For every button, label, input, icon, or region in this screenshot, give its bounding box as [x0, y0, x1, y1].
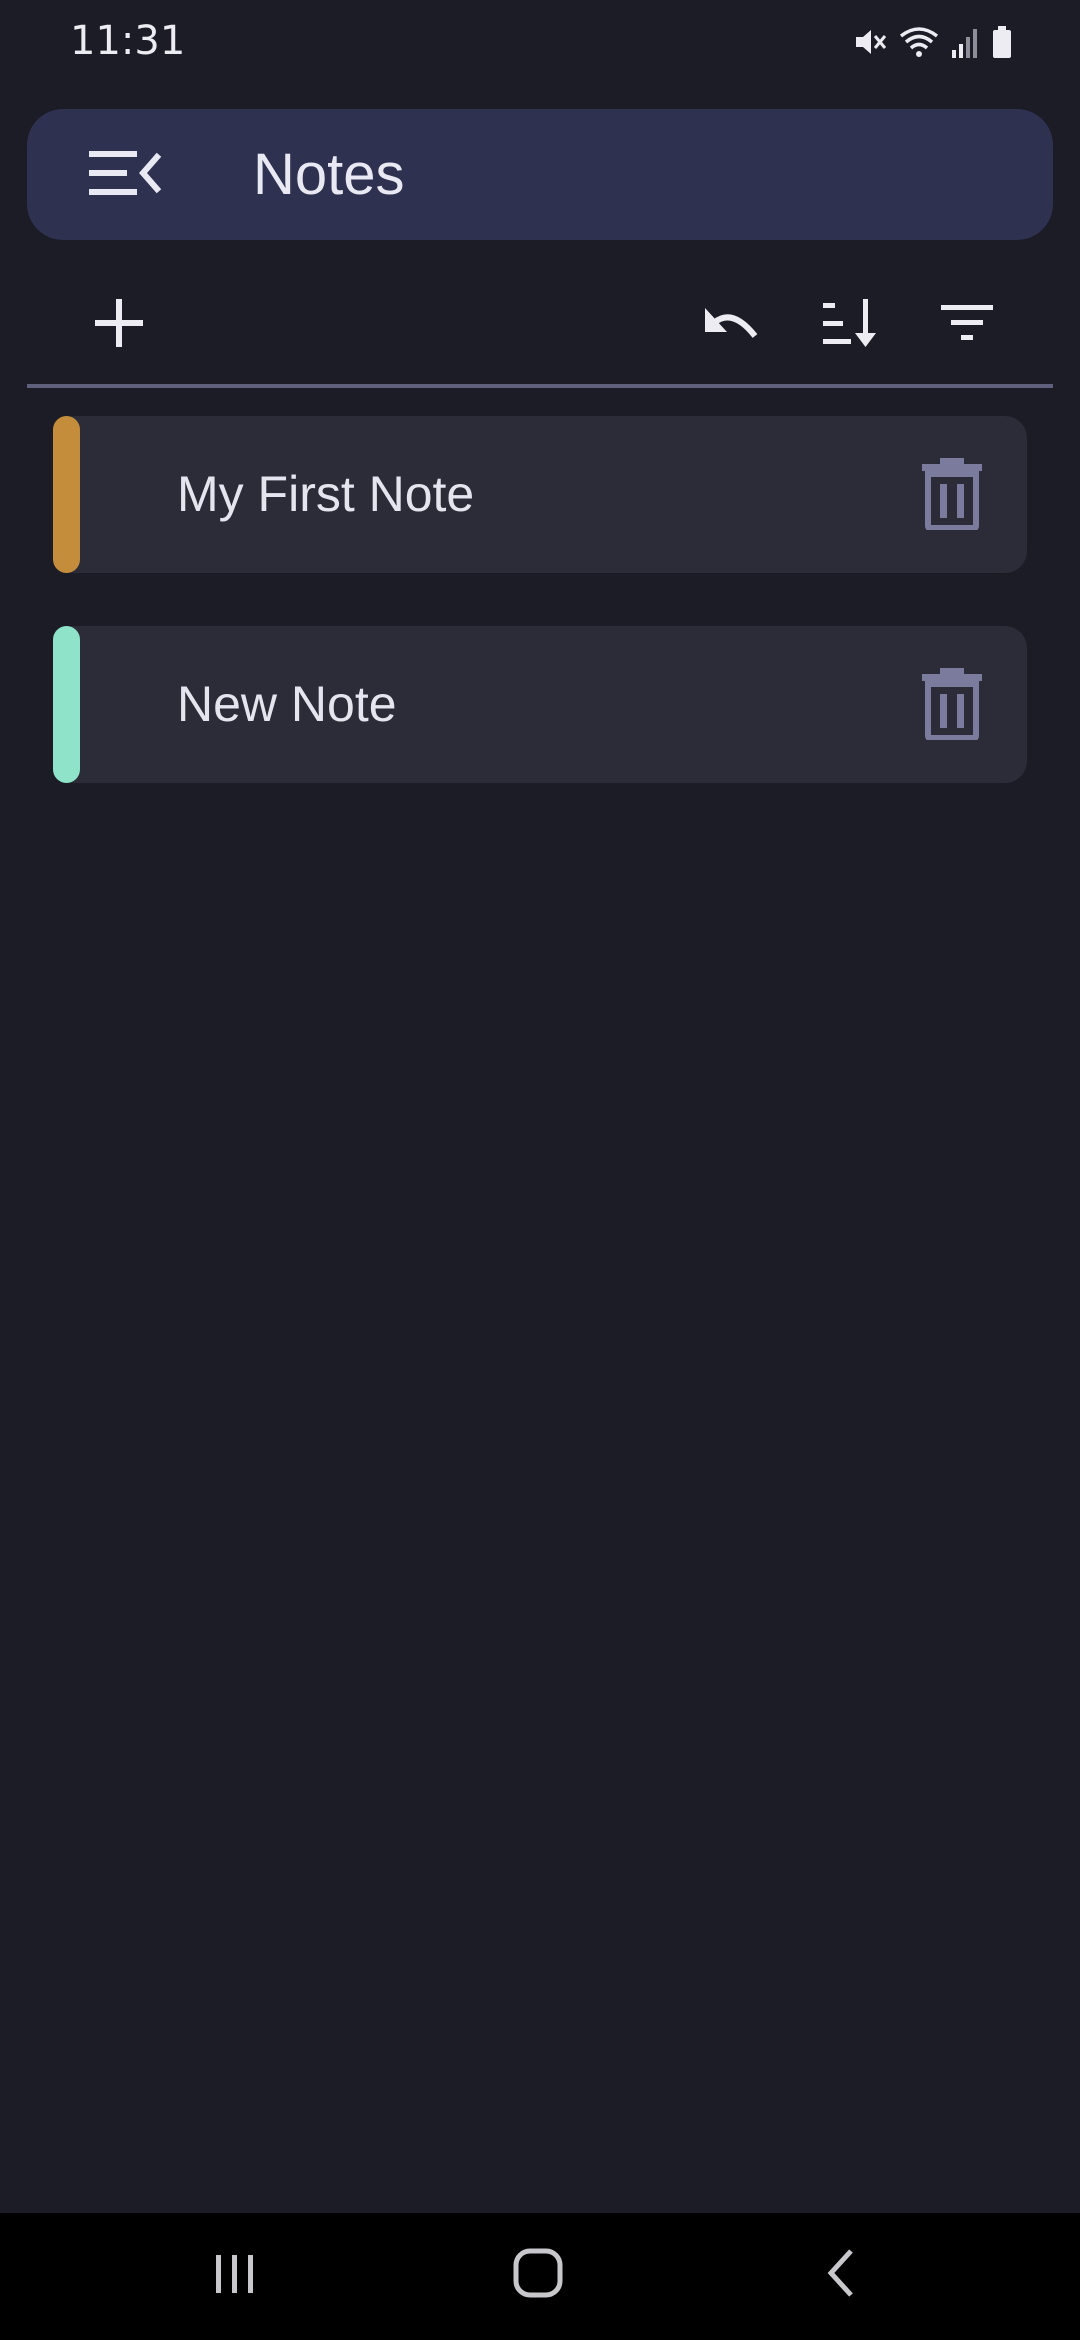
trash-icon — [920, 666, 984, 745]
mute-icon — [852, 24, 888, 60]
undo-button[interactable] — [687, 280, 777, 370]
delete-note-button[interactable] — [917, 452, 987, 538]
note-color-stripe — [53, 416, 80, 573]
delete-note-button[interactable] — [917, 662, 987, 748]
note-title: My First Note — [177, 466, 475, 522]
home-button[interactable] — [493, 2235, 583, 2315]
note-card[interactable]: My First Note — [53, 416, 1027, 573]
toolbar — [27, 270, 1053, 380]
status-time: 11:31 — [70, 18, 186, 64]
trash-icon — [920, 456, 984, 535]
back-button[interactable] — [796, 2235, 886, 2315]
plus-icon — [91, 295, 147, 356]
battery-icon — [990, 24, 1014, 60]
sort-icon — [819, 295, 879, 356]
recents-icon — [210, 2249, 260, 2302]
note-color-stripe — [53, 626, 80, 783]
system-nav-bar — [0, 2213, 1080, 2340]
note-card[interactable]: New Note — [53, 626, 1027, 783]
sort-button[interactable] — [804, 280, 894, 370]
note-list: My First Note New Note — [53, 416, 1027, 836]
home-icon — [510, 2245, 566, 2306]
filter-icon — [939, 301, 995, 350]
status-bar: 11:31 — [0, 0, 1080, 84]
app-bar: Notes — [27, 109, 1053, 240]
menu-button[interactable] — [87, 139, 197, 211]
page-title: Notes — [253, 142, 405, 207]
recents-button[interactable] — [190, 2235, 280, 2315]
add-note-button[interactable] — [74, 280, 164, 370]
toolbar-divider — [27, 384, 1053, 388]
status-icons — [852, 20, 1014, 64]
filter-button[interactable] — [922, 280, 1012, 370]
note-title: New Note — [177, 676, 397, 732]
undo-icon — [701, 300, 763, 351]
back-icon — [821, 2247, 861, 2304]
menu-collapse-icon — [87, 145, 163, 206]
wifi-icon — [898, 24, 940, 60]
signal-icon — [950, 24, 980, 60]
